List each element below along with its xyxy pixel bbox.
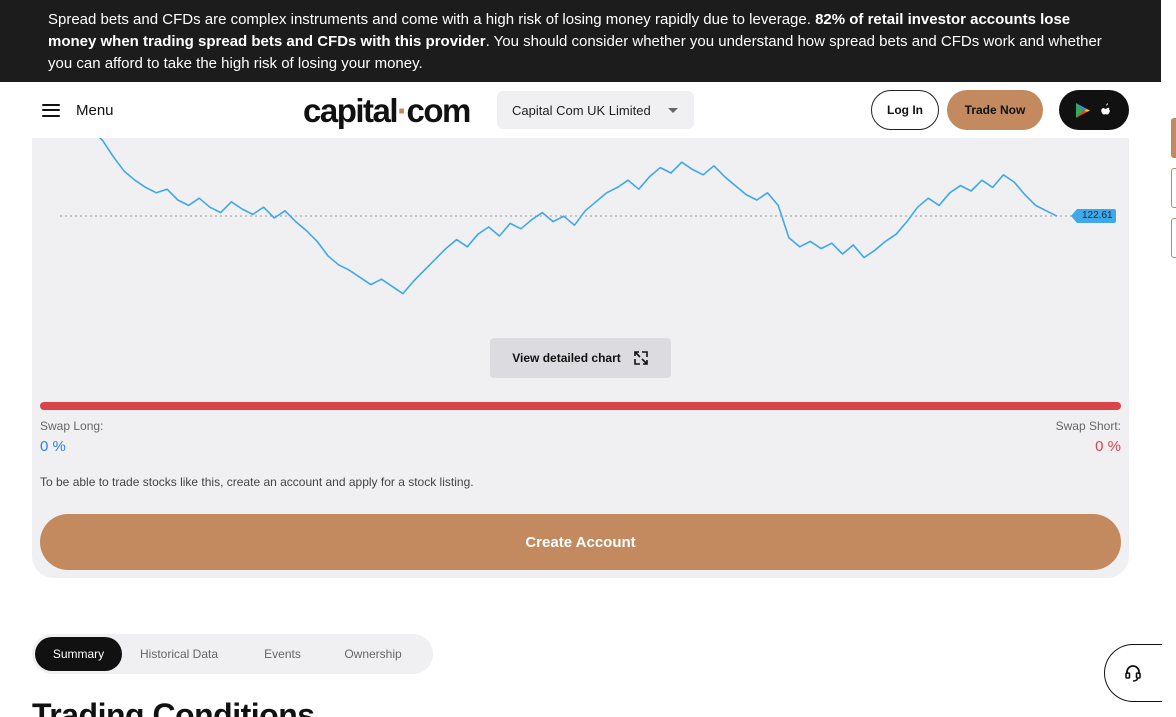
swap-ratio-bar xyxy=(40,402,1121,410)
swap-long-value: 0 % xyxy=(40,438,66,455)
app-download-button[interactable] xyxy=(1059,90,1129,130)
view-detailed-chart-button[interactable]: View detailed chart xyxy=(490,338,671,378)
support-button[interactable] xyxy=(1104,644,1162,702)
section-title: Trading Conditions xyxy=(32,697,315,717)
swap-short-value: 0 % xyxy=(1095,438,1121,455)
page: Spread bets and CFDs are complex instrum… xyxy=(0,0,1176,717)
instrument-tabs: Summary Historical Data Events Ownership xyxy=(32,634,433,674)
swap-long-label: Swap Long: xyxy=(40,419,104,433)
tab-historical-data[interactable]: Historical Data xyxy=(122,637,236,671)
tab-summary[interactable]: Summary xyxy=(35,637,122,671)
view-chart-label: View detailed chart xyxy=(512,351,621,365)
risk-warning-text: Spread bets and CFDs are complex instrum… xyxy=(48,11,816,28)
price-chart-card: 122.61 View detailed chart Swap Long: 0 … xyxy=(32,138,1129,578)
side-tab-3[interactable] xyxy=(1171,218,1176,258)
side-tab-1[interactable] xyxy=(1171,118,1176,158)
price-chart[interactable] xyxy=(32,138,1129,338)
menu-button[interactable]: Menu xyxy=(42,99,114,121)
trade-now-button[interactable]: Trade Now xyxy=(947,90,1043,130)
google-play-icon xyxy=(1076,102,1090,118)
chevron-down-icon xyxy=(668,108,678,113)
right-side-rail xyxy=(1161,0,1176,717)
swap-short-label: Swap Short: xyxy=(1055,419,1121,433)
headset-icon xyxy=(1124,665,1141,682)
menu-label: Menu xyxy=(76,101,114,119)
entity-select-value: Capital Com UK Limited xyxy=(512,102,651,118)
expand-icon xyxy=(633,351,648,365)
current-price-tag: 122.61 xyxy=(1071,209,1116,223)
tab-ownership[interactable]: Ownership xyxy=(329,637,417,671)
entity-select[interactable]: Capital Com UK Limited xyxy=(497,91,694,129)
risk-warning-banner: Spread bets and CFDs are complex instrum… xyxy=(0,0,1161,82)
apple-icon xyxy=(1101,103,1110,115)
tab-events[interactable]: Events xyxy=(236,637,329,671)
account-notice: To be able to trade stocks like this, cr… xyxy=(40,475,474,489)
site-header: Menu capital·com Capital Com UK Limited … xyxy=(0,82,1161,138)
capital-com-logo[interactable]: capital·com xyxy=(303,92,471,130)
side-tab-2[interactable] xyxy=(1171,168,1176,208)
login-button[interactable]: Log In xyxy=(871,90,939,130)
create-account-button[interactable]: Create Account xyxy=(40,514,1121,570)
hamburger-icon xyxy=(42,103,60,117)
